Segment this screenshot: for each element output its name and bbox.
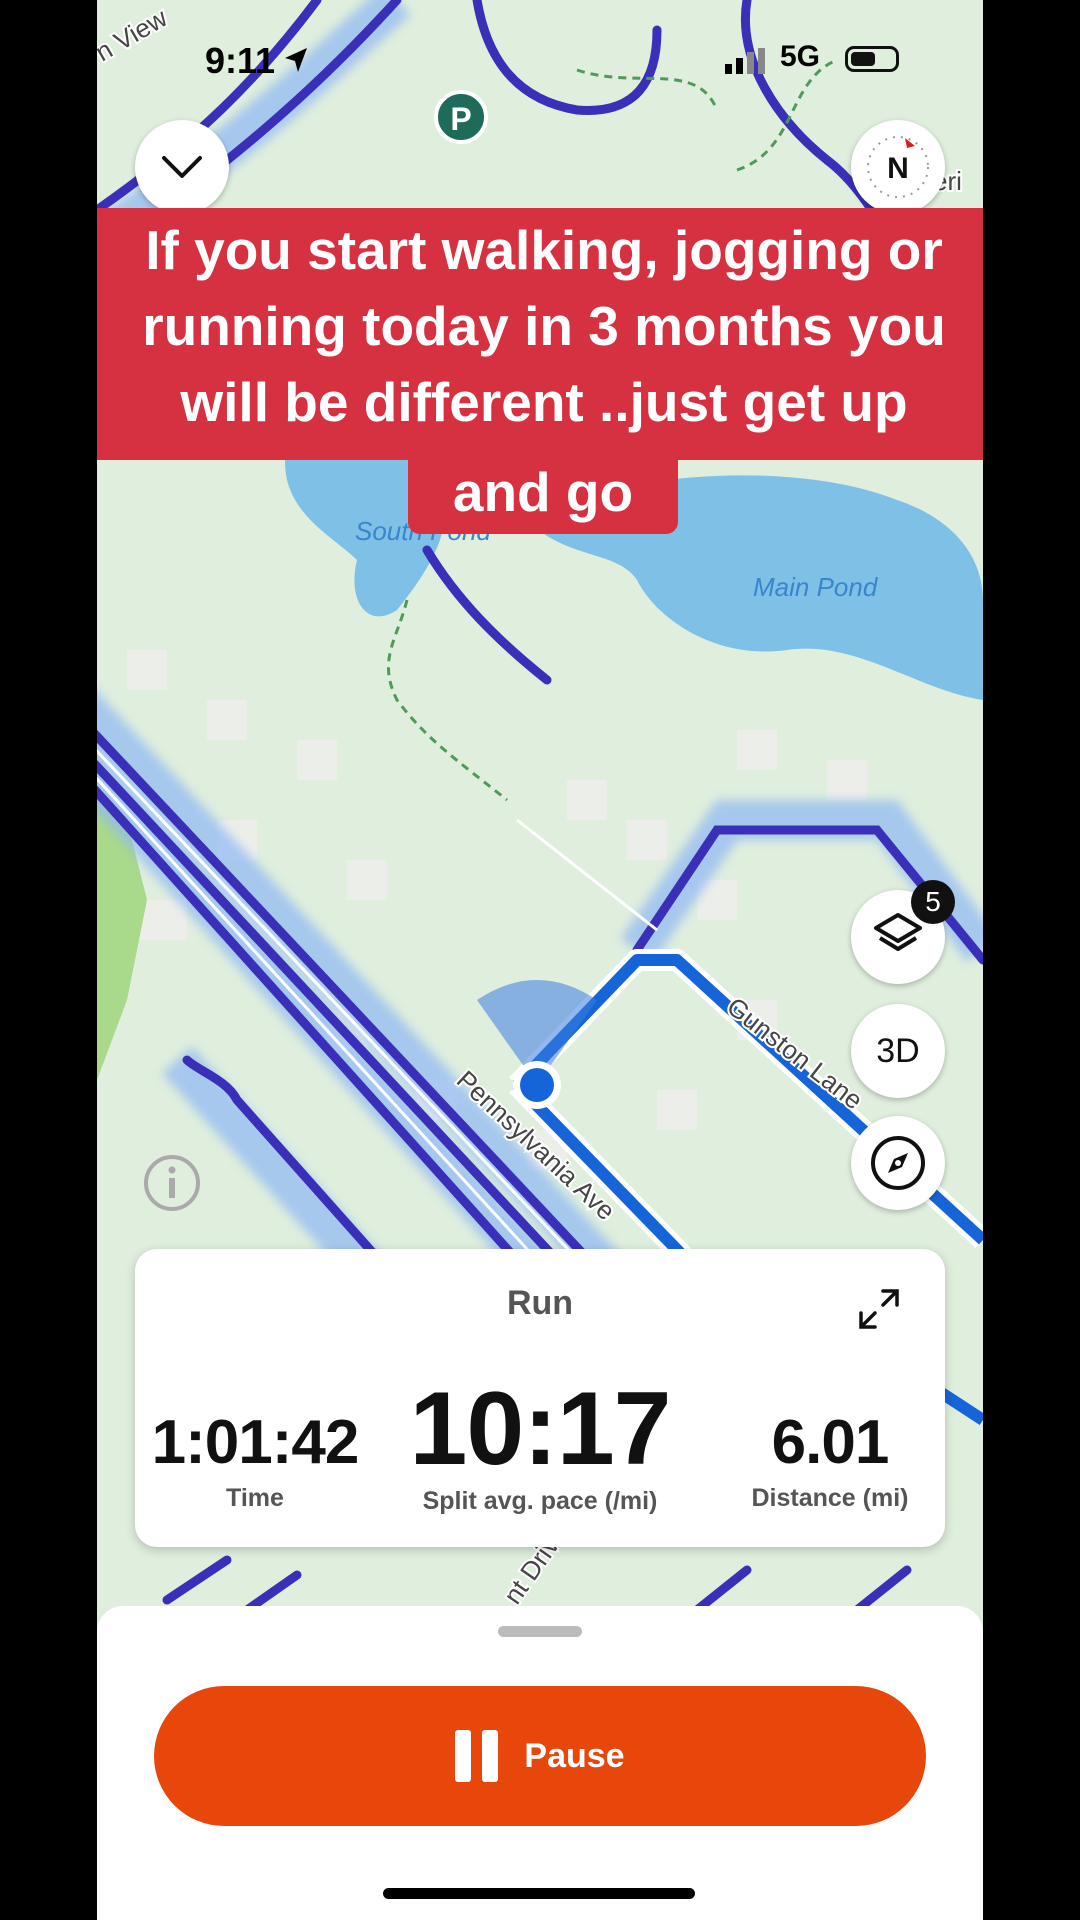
parking-marker-label: P bbox=[450, 101, 471, 137]
layers-count-badge: 5 bbox=[911, 880, 955, 924]
distance-value: 6.01 bbox=[771, 1408, 890, 1477]
split-pace-label: Split avg. pace (/mi) bbox=[422, 1487, 658, 1515]
distance-label: Distance (mi) bbox=[751, 1484, 909, 1512]
activity-stats-card: Run 1:01:42 Time 10:17 Split avg. pace (… bbox=[135, 1249, 945, 1547]
sheet-drag-handle[interactable] bbox=[498, 1626, 582, 1637]
caption-line-2: running today in 3 months you bbox=[142, 295, 946, 357]
elapsed-time-stat: 1:01:42 Time bbox=[145, 1407, 365, 1513]
elapsed-time-label: Time bbox=[226, 1484, 284, 1512]
expand-icon[interactable] bbox=[857, 1287, 901, 1331]
collapse-button[interactable] bbox=[135, 120, 229, 214]
location-arrow-icon bbox=[285, 48, 308, 72]
3d-toggle-button[interactable]: 3D bbox=[851, 1004, 945, 1098]
status-time: 9:11 bbox=[205, 40, 311, 82]
caption-line-3: will be different ..just get up bbox=[180, 371, 908, 433]
chevron-down-icon bbox=[162, 156, 202, 178]
split-pace-value: 10:17 bbox=[409, 1371, 672, 1487]
compass-north-button[interactable]: N bbox=[851, 120, 945, 214]
pause-button[interactable]: Pause bbox=[154, 1686, 926, 1826]
caption-overlay: If you start walking, jogging or running… bbox=[97, 208, 983, 460]
caption-line-1: If you start walking, jogging or bbox=[145, 219, 943, 281]
activity-type-label: Run bbox=[506, 1284, 574, 1322]
pause-button-label: Pause bbox=[524, 1736, 625, 1775]
pause-icon bbox=[455, 1730, 499, 1782]
parking-marker[interactable]: P bbox=[434, 90, 488, 144]
compass-icon: N bbox=[867, 136, 929, 198]
status-time-text: 9:11 bbox=[205, 40, 276, 81]
compass-navigation-icon bbox=[871, 1136, 925, 1190]
battery-icon bbox=[845, 46, 899, 72]
compass-label: N bbox=[887, 152, 909, 185]
recording-controls-sheet: Pause bbox=[97, 1606, 983, 1920]
distance-stat: 6.01 Distance (mi) bbox=[735, 1407, 925, 1513]
network-type: 5G bbox=[780, 40, 821, 73]
recenter-location-button[interactable] bbox=[851, 1116, 945, 1210]
main-pond-label: Main Pond bbox=[753, 572, 879, 602]
home-indicator[interactable] bbox=[383, 1888, 695, 1899]
info-icon[interactable] bbox=[142, 1153, 202, 1213]
split-pace-stat: 10:17 Split avg. pace (/mi) bbox=[390, 1377, 690, 1516]
phone-screen: P South Pond Main Pond Pennsylvania Ave … bbox=[97, 0, 983, 1920]
cellular-signal-icon bbox=[725, 48, 765, 74]
caption-line-4: and go bbox=[408, 456, 678, 534]
elapsed-time-value: 1:01:42 bbox=[151, 1408, 360, 1477]
